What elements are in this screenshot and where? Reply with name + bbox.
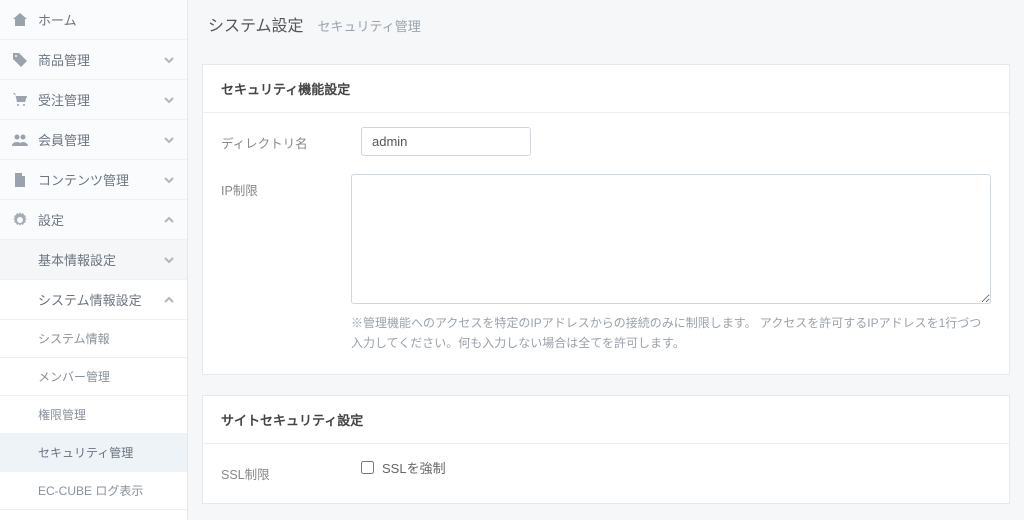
ip-help-text: ※管理機能へのアクセスを特定のIPアドレスからの接続のみに制限します。 アクセス… — [351, 313, 991, 354]
sidebar-item-label: システム情報 — [38, 330, 175, 347]
tag-icon — [12, 52, 28, 68]
sidebar-item-master-data[interactable]: マスターデータ管理 — [0, 510, 187, 520]
ip-row: IP制限 ※管理機能へのアクセスを特定のIPアドレスからの接続のみに制限します。… — [221, 174, 991, 354]
sidebar-item-label: 会員管理 — [38, 130, 163, 149]
sidebar-item-label: EC-CUBE ログ表示 — [38, 482, 175, 499]
sidebar-item-label: システム情報設定 — [38, 290, 163, 309]
sidebar-item-label: 基本情報設定 — [38, 250, 163, 269]
page-subtitle: セキュリティ管理 — [318, 16, 421, 35]
sidebar-item-settings[interactable]: 設定 — [0, 200, 187, 240]
security-function-panel: セキュリティ機能設定 ディレクトリ名 IP制限 ※管理機能へのアクセスを特定のI… — [202, 64, 1010, 375]
sidebar-item-label: 設定 — [38, 210, 163, 229]
directory-input[interactable] — [361, 127, 531, 156]
users-icon — [12, 132, 28, 148]
chevron-up-icon — [163, 294, 175, 306]
ssl-checkbox[interactable] — [361, 461, 374, 474]
gear-icon — [12, 212, 28, 228]
sidebar-item-system-info[interactable]: システム情報 — [0, 320, 187, 358]
ssl-label: SSL制限 — [221, 458, 361, 483]
sidebar-item-label: コンテンツ管理 — [38, 170, 163, 189]
chevron-up-icon — [163, 214, 175, 226]
ssl-checkbox-wrap[interactable]: SSLを強制 — [361, 458, 991, 477]
sidebar-item-members[interactable]: 会員管理 — [0, 120, 187, 160]
sidebar-item-security-mgmt[interactable]: セキュリティ管理 — [0, 434, 187, 472]
directory-row: ディレクトリ名 — [221, 127, 991, 156]
sidebar-item-label: セキュリティ管理 — [38, 444, 175, 461]
sidebar-item-orders[interactable]: 受注管理 — [0, 80, 187, 120]
chevron-down-icon — [163, 174, 175, 186]
sidebar-item-label: 商品管理 — [38, 50, 163, 69]
main-content: システム設定 セキュリティ管理 セキュリティ機能設定 ディレクトリ名 IP制限 … — [188, 0, 1024, 520]
ssl-row: SSL制限 SSLを強制 — [221, 458, 991, 483]
ip-textarea[interactable] — [351, 174, 991, 304]
panel-heading: サイトセキュリティ設定 — [203, 396, 1009, 444]
directory-label: ディレクトリ名 — [221, 127, 361, 152]
sidebar-item-label: メンバー管理 — [38, 368, 175, 385]
document-icon — [12, 172, 28, 188]
sidebar-item-member-mgmt[interactable]: メンバー管理 — [0, 358, 187, 396]
sidebar-item-log-display[interactable]: EC-CUBE ログ表示 — [0, 472, 187, 510]
chevron-down-icon — [163, 94, 175, 106]
page-title-bar: システム設定 セキュリティ管理 — [188, 0, 1024, 54]
home-icon — [12, 12, 28, 28]
chevron-down-icon — [163, 254, 175, 266]
sidebar-item-label: 権限管理 — [38, 406, 175, 423]
chevron-down-icon — [163, 54, 175, 66]
sidebar-item-auth-mgmt[interactable]: 権限管理 — [0, 396, 187, 434]
sidebar-item-home[interactable]: ホーム — [0, 0, 187, 40]
sidebar-item-system-info-settings[interactable]: システム情報設定 — [0, 280, 187, 320]
sidebar: ホーム 商品管理 受注管理 会員管理 コンテンツ管理 設定 基本情報設定 システ… — [0, 0, 188, 520]
sidebar-item-label: 受注管理 — [38, 90, 163, 109]
sidebar-item-label: ホーム — [38, 10, 175, 29]
sidebar-item-products[interactable]: 商品管理 — [0, 40, 187, 80]
sidebar-item-basic-info[interactable]: 基本情報設定 — [0, 240, 187, 280]
ip-label: IP制限 — [221, 174, 351, 199]
chevron-down-icon — [163, 134, 175, 146]
site-security-panel: サイトセキュリティ設定 SSL制限 SSLを強制 — [202, 395, 1010, 504]
sidebar-item-contents[interactable]: コンテンツ管理 — [0, 160, 187, 200]
panel-heading: セキュリティ機能設定 — [203, 65, 1009, 113]
ssl-checkbox-label: SSLを強制 — [382, 458, 446, 477]
page-title: システム設定 — [208, 12, 304, 36]
cart-icon — [12, 92, 28, 108]
